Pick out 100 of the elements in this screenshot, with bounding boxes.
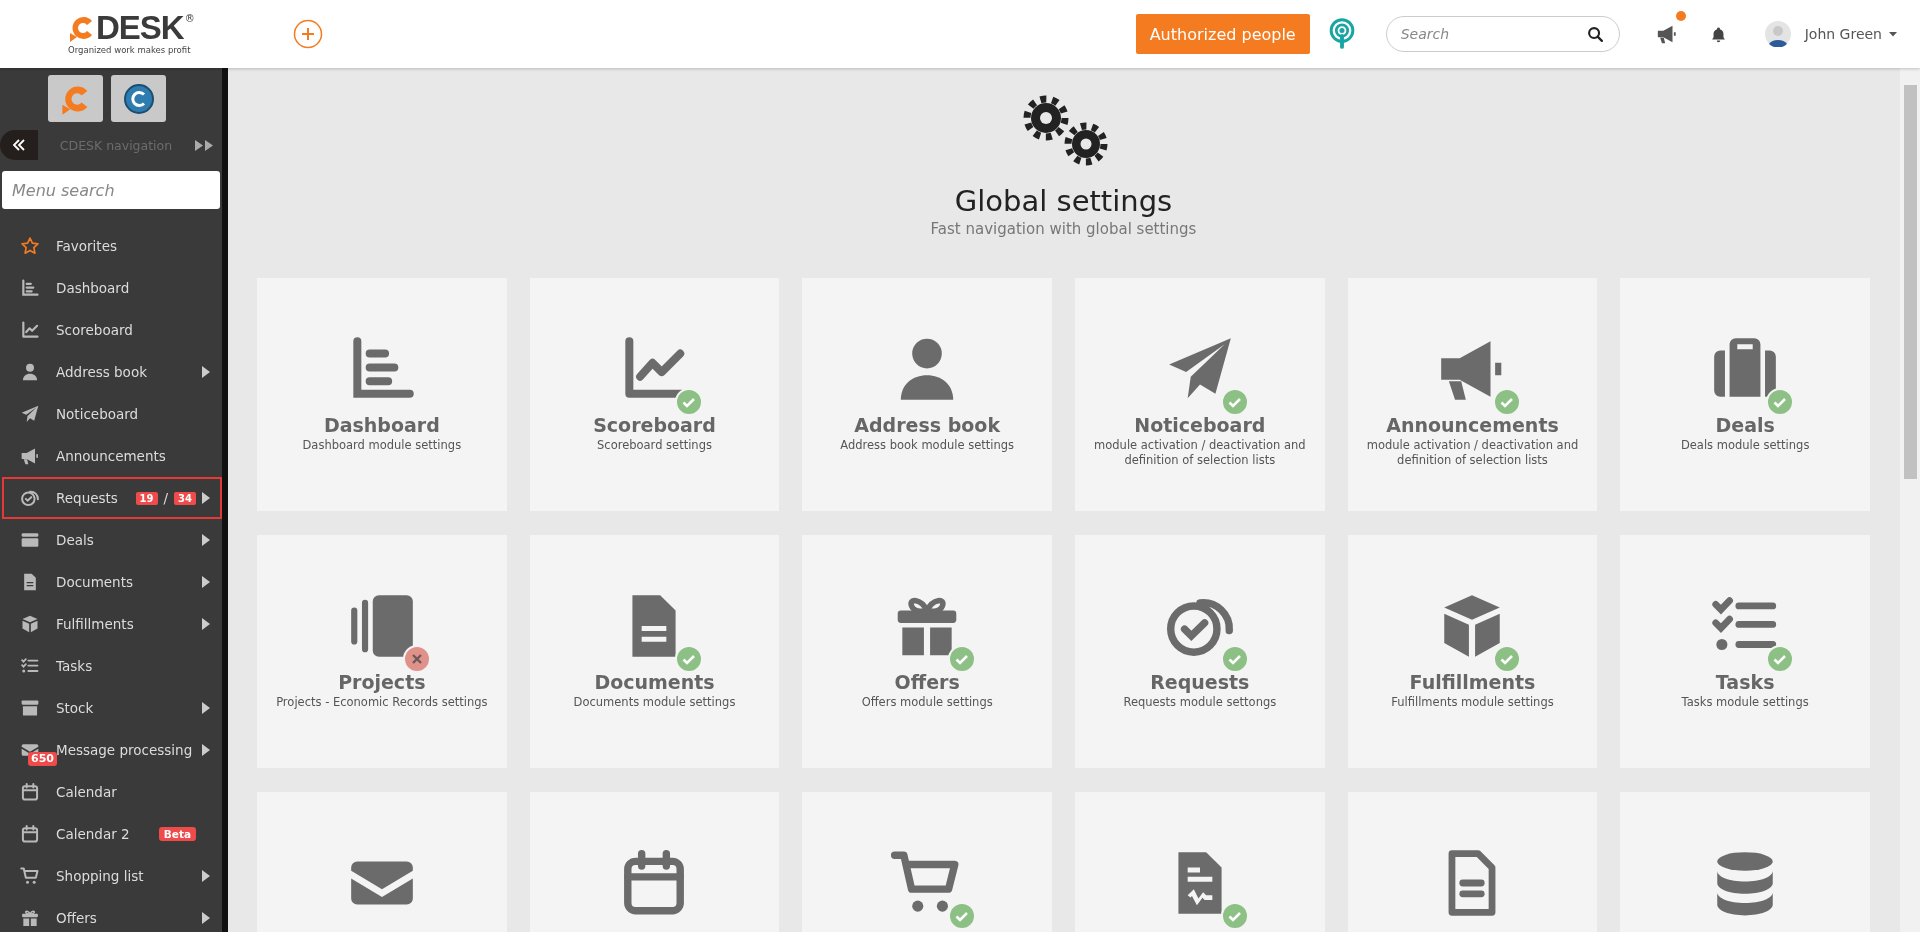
cube-icon <box>20 614 40 634</box>
line-chart-icon <box>20 320 40 340</box>
scrollbar-thumb[interactable] <box>1903 85 1917 479</box>
sidebar-item[interactable]: Offers <box>2 897 222 932</box>
collapse-button[interactable] <box>0 130 38 160</box>
megaphone-icon <box>20 446 40 466</box>
tile-description: Tasks module settings <box>1681 695 1809 710</box>
sidebar-item[interactable]: Favorites <box>2 225 222 267</box>
tile-description: module activation / deactivation and definition of selection lists <box>1366 438 1579 468</box>
search-field[interactable]: Search <box>1385 16 1620 52</box>
caret-right-icon[interactable] <box>202 870 210 882</box>
settings-tile[interactable]: Requests Requests module settongs <box>1075 535 1325 768</box>
sidebar-item[interactable]: Noticeboard <box>2 393 222 435</box>
tile-title: Scoreboard <box>593 414 716 436</box>
caret-right-icon[interactable] <box>202 366 210 378</box>
circle-logo-icon <box>121 81 156 116</box>
settings-tile[interactable]: Fulfillments Fulfillments module settings <box>1347 535 1598 768</box>
broadcast-icon[interactable] <box>1327 18 1356 50</box>
badge-separator: / <box>163 490 169 506</box>
registered-mark: ® <box>184 13 195 24</box>
calendar-icon <box>20 782 40 802</box>
gift-icon <box>20 908 40 928</box>
caret-right-icon[interactable] <box>202 744 210 756</box>
double-triangle-right-icon[interactable] <box>194 138 214 152</box>
sidebar-item[interactable]: Dashboard <box>2 267 222 309</box>
caret-right-icon[interactable] <box>202 576 210 588</box>
settings-tile[interactable]: Deals Deals module settings <box>1620 278 1870 511</box>
settings-tile[interactable]: Tasks Tasks module settings <box>1620 535 1870 768</box>
settings-tile[interactable]: Dashboard Dashboard module settings <box>257 278 507 511</box>
tile-title: Fulfillments <box>1409 671 1536 693</box>
count-badge: 34 <box>174 491 196 505</box>
tile-description: Projects - Economic Records settings <box>276 695 488 710</box>
card-icon <box>20 530 40 550</box>
settings-tile[interactable]: Address book Address book module settings <box>802 278 1052 511</box>
cart-icon <box>20 866 40 886</box>
tile-description: Scoreboard settings <box>597 438 712 453</box>
tile-title: Noticeboard <box>1134 414 1266 436</box>
sidebar-item[interactable]: Stock <box>2 687 222 729</box>
settings-tile[interactable]: Projects Projects - Economic Records settings <box>257 535 507 768</box>
tile-title: Deals <box>1715 414 1775 436</box>
logo-wordmark: DESK <box>96 13 184 43</box>
sidebar-item[interactable]: Documents <box>2 561 222 603</box>
sidebar-item[interactable]: Calendar 2 Beta <box>2 813 222 855</box>
logo-tagline: Organized work makes profit <box>68 45 192 55</box>
settings-tile[interactable]: Announcements module activation / deactivation and definition of selection lists <box>1347 278 1598 511</box>
archive-box-icon <box>20 698 40 718</box>
tile-description: Dashboard module settings <box>302 438 462 453</box>
tile-title: Dashboard <box>323 414 440 436</box>
double-chevron-left-icon <box>12 138 26 152</box>
tile-description: Documents module settings <box>573 695 736 710</box>
tile-title: Offers <box>894 671 960 693</box>
sidebar-item[interactable]: Requests 19 / 34 <box>2 477 222 519</box>
caret-down-icon[interactable] <box>1888 29 1898 39</box>
sidebar-item[interactable]: Calendar <box>2 771 222 813</box>
caret-right-icon[interactable] <box>202 618 210 630</box>
page-subtitle: Fast navigation with global settings <box>930 220 1197 238</box>
sidebar-item[interactable]: Address book <box>2 351 222 393</box>
settings-tile[interactable]: Noticeboard module activation / deactivation and definition of selection lists <box>1075 278 1325 511</box>
sidebar-item[interactable]: Tasks <box>2 645 222 687</box>
settings-tile[interactable]: Offers Offers module settings <box>802 535 1052 768</box>
tile-title: Announcements <box>1386 414 1559 436</box>
app-switch-tile[interactable] <box>48 75 103 122</box>
caret-right-icon[interactable] <box>202 702 210 714</box>
calendar-icon <box>20 824 40 844</box>
person-icon <box>20 362 40 382</box>
paper-plane-icon <box>20 404 40 424</box>
settings-tile[interactable]: Scoreboard Scoreboard settings <box>529 278 780 511</box>
add-icon[interactable] <box>292 19 323 49</box>
caret-right-icon[interactable] <box>202 534 210 546</box>
tile-title: Tasks <box>1715 671 1775 693</box>
search-icon[interactable] <box>1586 26 1604 43</box>
avatar-icon[interactable] <box>1764 21 1791 47</box>
tile-description: module activation / deactivation and definition of selection lists <box>1093 438 1306 468</box>
sidebar-item[interactable]: Announcements <box>2 435 222 477</box>
scrollbar-track[interactable] <box>1900 68 1920 932</box>
count-badge: 650 <box>28 752 57 766</box>
caret-right-icon[interactable] <box>202 492 210 504</box>
app-switch-tile[interactable] <box>111 75 166 122</box>
tile-description: Address book module settings <box>840 438 1015 453</box>
page-title: Global settings <box>954 184 1173 218</box>
tile-description: Offers module settings <box>861 695 993 710</box>
tile-description: Deals module settings <box>1680 438 1810 453</box>
target-check-icon <box>20 488 40 508</box>
menu-search-field[interactable]: Menu search <box>2 171 220 209</box>
beta-badge: Beta <box>158 827 196 841</box>
settings-tile[interactable]: Documents Documents module settings <box>529 535 780 768</box>
sidebar-item[interactable]: Deals <box>2 519 222 561</box>
caret-right-icon[interactable] <box>202 912 210 924</box>
tile-title: Address book <box>854 414 1001 436</box>
tile-description: Requests module settongs <box>1123 695 1277 710</box>
sidebar-item[interactable]: Shopping list <box>2 855 222 897</box>
sidebar-item[interactable]: Scoreboard <box>2 309 222 351</box>
star-icon <box>20 236 40 256</box>
sidebar-item[interactable]: Fulfillments <box>2 603 222 645</box>
tile-title: Documents <box>594 671 715 693</box>
user-name[interactable]: John Green <box>1804 26 1882 42</box>
count-badge: 19 <box>135 491 158 505</box>
tile-title: Requests <box>1150 671 1250 693</box>
bar-list-icon <box>20 278 40 298</box>
megaphone-icon[interactable] <box>1655 23 1678 45</box>
